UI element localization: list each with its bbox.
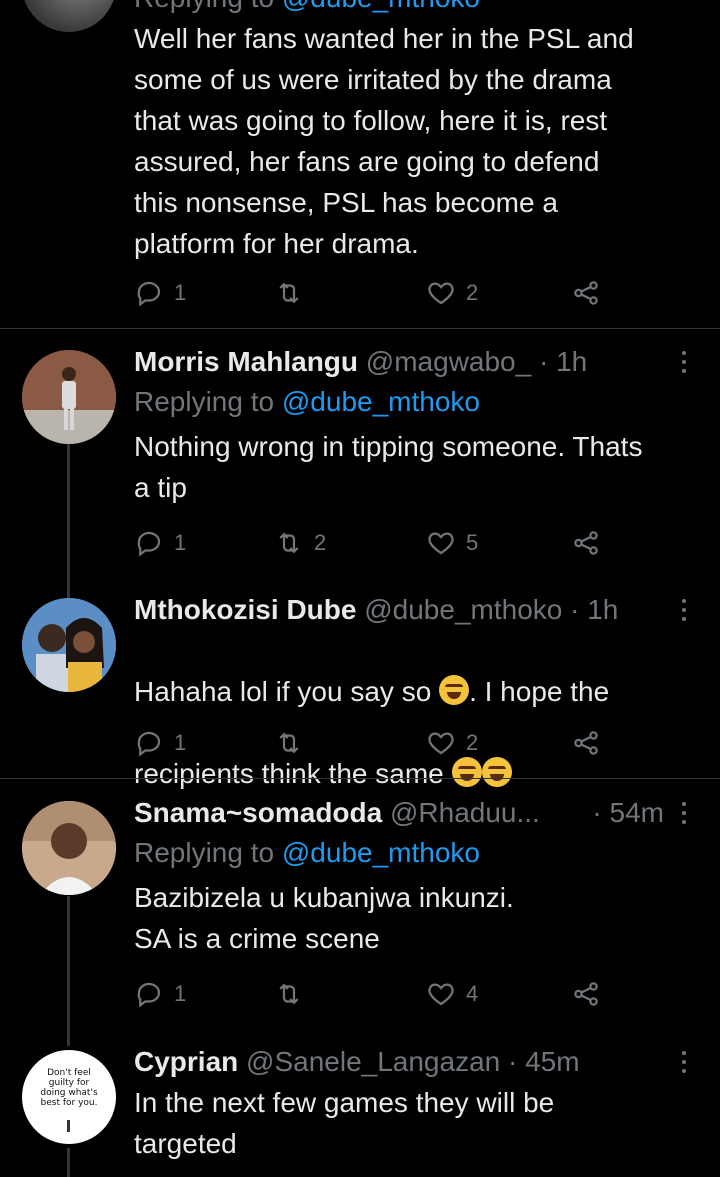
tweet-header: Mthokozisi Dube @dube_mthoko · 1h [134, 590, 704, 630]
timestamp[interactable]: · 1h [570, 594, 618, 625]
reply-button[interactable]: 1 [134, 273, 186, 313]
like-button[interactable]: 2 [426, 273, 478, 313]
retweet-count: 2 [314, 530, 327, 555]
share-button[interactable] [571, 974, 601, 1014]
display-name[interactable]: Mthokozisi Dube [134, 594, 356, 625]
heart-icon [428, 983, 454, 1006]
replying-to: Replying to @dube_mthoko [134, 837, 480, 868]
avatar-quote-text: Don't feel guilty for doing what's best … [40, 1068, 98, 1108]
like-button[interactable]: 2 [426, 723, 478, 763]
tweet-header: Morris Mahlangu @magwabo_ · 1h [134, 342, 704, 382]
tweet-text: Hahaha lol if you say so . I hope the re… [134, 675, 610, 789]
display-name[interactable]: Cyprian [134, 1046, 238, 1077]
display-name[interactable]: Snama~somadoda [134, 797, 382, 828]
tweet-text: Bazibizela u kubanjwa inkunzi. SA is a c… [134, 882, 514, 954]
reply-button[interactable]: 1 [134, 523, 186, 563]
reply-button[interactable]: 1 [134, 974, 186, 1014]
user-handle[interactable]: @magwabo_ [366, 346, 531, 377]
replying-to: Replying to @dube_mthoko [134, 386, 480, 417]
reply-icon [137, 982, 161, 1008]
like-count: 2 [466, 280, 479, 305]
reply-count: 1 [174, 730, 187, 755]
mention-link[interactable]: @dube_mthoko [282, 837, 480, 868]
avatar[interactable] [22, 598, 116, 692]
share-icon [574, 982, 598, 1006]
heart-icon [428, 732, 454, 755]
tweet-4[interactable]: Don't feel guilty for doing what's best … [0, 1042, 720, 1177]
more-icon[interactable] [674, 1048, 694, 1076]
reply-count: 1 [174, 530, 187, 555]
heart-icon [428, 282, 454, 305]
retweet-icon [279, 282, 299, 304]
retweet-button[interactable] [274, 974, 314, 1014]
retweet-icon [279, 732, 299, 754]
like-count: 5 [466, 530, 479, 555]
like-count: 4 [466, 981, 479, 1006]
reply-count: 1 [174, 280, 187, 305]
timestamp[interactable]: · 54m [592, 793, 664, 833]
share-button[interactable] [571, 273, 601, 313]
share-button[interactable] [571, 723, 601, 763]
user-handle[interactable]: @Rhaduu... [390, 797, 540, 828]
heart-icon [428, 532, 454, 555]
retweet-icon [279, 983, 299, 1005]
tweet-text: In the next few games they will be targe… [134, 1087, 555, 1159]
user-handle[interactable]: @Sanele_Langazan [246, 1046, 500, 1077]
tweet-3[interactable]: Snama~somadoda @Rhaduu... · 54m Replying… [0, 793, 720, 1025]
share-button[interactable] [571, 523, 601, 563]
mention-link[interactable]: @dube_mthoko [282, 0, 480, 13]
rolling-laughing-emoji [439, 675, 470, 705]
more-icon[interactable] [674, 348, 694, 376]
tweet-text: Nothing wrong in tipping someone. Thats … [134, 431, 643, 503]
avatar[interactable] [22, 801, 116, 895]
reply-icon [137, 531, 161, 557]
divider [0, 328, 720, 329]
avatar[interactable] [22, 350, 116, 444]
more-icon[interactable] [674, 799, 694, 827]
tweet-header: Cyprian @Sanele_Langazan · 45m [134, 1042, 704, 1082]
retweet-icon [279, 532, 299, 554]
share-icon [574, 281, 598, 305]
share-icon [574, 731, 598, 755]
retweet-button[interactable] [274, 723, 314, 763]
like-button[interactable]: 5 [426, 523, 478, 563]
avatar[interactable]: Don't feel guilty for doing what's best … [22, 1050, 116, 1144]
reply-icon [137, 731, 161, 757]
tweet-header: Snama~somadoda @Rhaduu... · 54m [134, 793, 704, 833]
mention-link[interactable]: @dube_mthoko [282, 386, 480, 417]
tweet-0[interactable]: Replying to @dube_mthoko Well her fans w… [0, 0, 720, 328]
replying-to: Replying to @dube_mthoko [134, 0, 704, 18]
tweet-1[interactable]: Morris Mahlangu @magwabo_ · 1h Replying … [0, 342, 720, 572]
tweet-text: Well her fans wanted her in the PSL and … [134, 23, 634, 259]
timestamp[interactable]: · 1h [539, 346, 587, 377]
like-button[interactable]: 4 [426, 974, 478, 1014]
share-icon [574, 531, 598, 555]
timestamp[interactable]: · 45m [508, 1046, 580, 1077]
reply-button[interactable]: 1 [134, 723, 186, 763]
retweet-button[interactable] [274, 273, 314, 313]
display-name[interactable]: Morris Mahlangu [134, 346, 358, 377]
retweet-button[interactable]: 2 [274, 523, 326, 563]
more-icon[interactable] [674, 596, 694, 624]
tweet-2[interactable]: Mthokozisi Dube @dube_mthoko · 1h Hahaha… [0, 590, 720, 789]
user-handle[interactable]: @dube_mthoko [364, 594, 562, 625]
like-count: 2 [466, 730, 479, 755]
divider [0, 778, 720, 779]
reply-count: 1 [174, 981, 187, 1006]
reply-icon [137, 281, 161, 307]
avatar[interactable] [22, 0, 116, 32]
